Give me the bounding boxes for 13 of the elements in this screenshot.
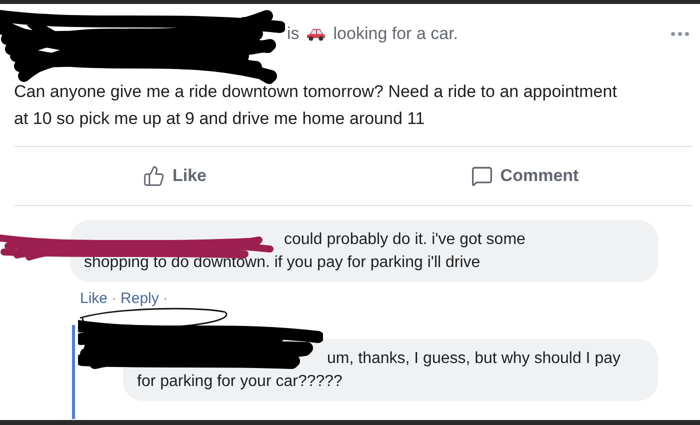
comment-text: could probably do it. i've got some shopping to do downtown. if you pay for parking i'll drive	[70, 220, 658, 282]
car-icon	[305, 26, 328, 42]
separator-dot: ·	[112, 290, 117, 307]
speech-bubble-icon	[471, 165, 494, 187]
post-text: Can anyone give me a ride downtown tomorrow? Need a ride to an appointment at 10 so pick me up at 9 and drive me home around 11	[13, 81, 618, 130]
status-verb: is	[287, 24, 300, 44]
comment-link[interactable]: Reply	[120, 290, 159, 307]
status-text: looking for a car.	[333, 24, 458, 44]
comment-link[interactable]: Like	[80, 290, 108, 307]
like-button[interactable]: Like	[0, 159, 350, 193]
comment-button[interactable]: Comment	[350, 159, 700, 193]
separator-dot: ·	[162, 290, 168, 307]
thumbs-up-icon	[143, 165, 166, 187]
